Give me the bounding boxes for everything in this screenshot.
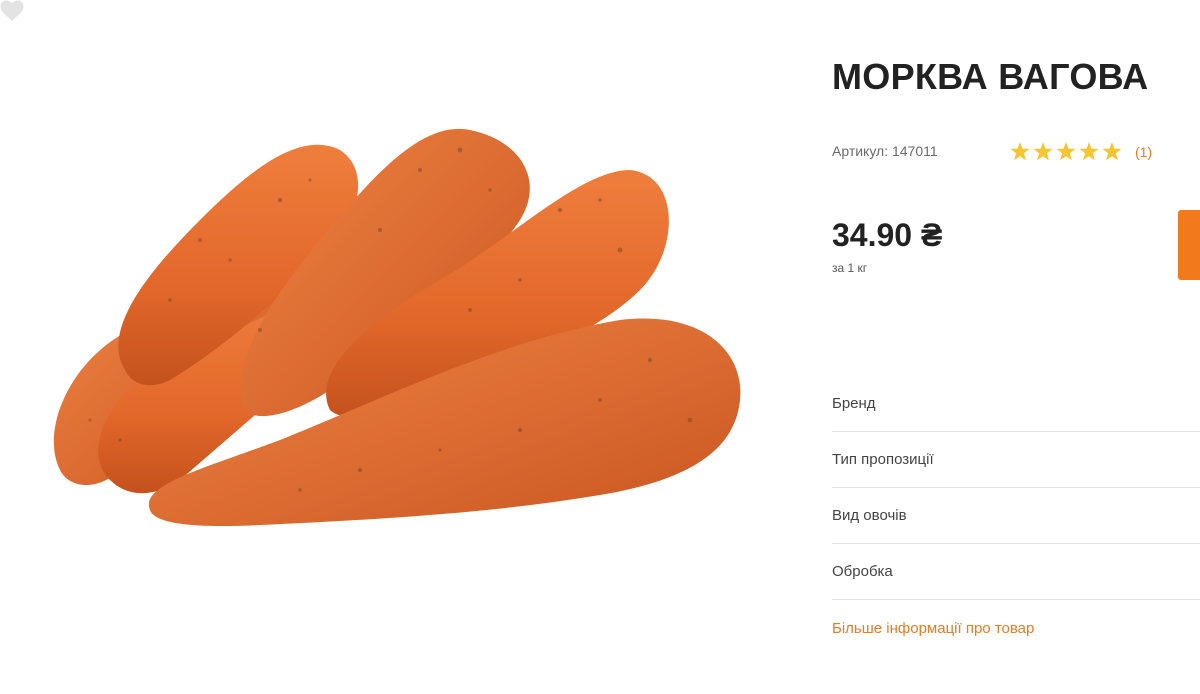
attribute-row-brand[interactable]: Бренд	[832, 376, 1200, 432]
more-info-link[interactable]: Більше інформації про товар	[832, 620, 1034, 637]
add-to-cart-button[interactable]	[1178, 210, 1200, 280]
star-icon	[1102, 142, 1122, 161]
attribute-label: Обробка	[832, 563, 893, 580]
attributes-list: Бренд Тип пропозиції Вид овочів Обробка	[832, 376, 1200, 600]
rating[interactable]: (1)	[1010, 142, 1152, 161]
price-unit: за 1 кг	[832, 261, 868, 275]
product-page: МОРКВА ВАГОВА Артикул: 147011 (1) 34.90 …	[0, 0, 1200, 694]
sku-rating-row: Артикул: 147011 (1)	[832, 142, 1200, 162]
sku-label: Артикул: 147011	[832, 143, 938, 159]
product-price: 34.90 ₴	[832, 217, 943, 253]
attribute-row-offer-type[interactable]: Тип пропозиції	[832, 432, 1200, 488]
reviews-count-link[interactable]: (1)	[1135, 144, 1152, 160]
attribute-label: Бренд	[832, 395, 876, 412]
product-info: МОРКВА ВАГОВА Артикул: 147011 (1) 34.90 …	[832, 0, 1200, 694]
attribute-label: Вид овочів	[832, 507, 907, 524]
heart-icon[interactable]	[0, 0, 24, 22]
attribute-label: Тип пропозиції	[832, 451, 934, 468]
attribute-row-vegetable-type[interactable]: Вид овочів	[832, 488, 1200, 544]
carrots-photo	[53, 128, 741, 527]
star-icon	[1033, 142, 1053, 161]
star-icon	[1079, 142, 1099, 161]
attribute-row-processing[interactable]: Обробка	[832, 544, 1200, 600]
product-image[interactable]	[0, 0, 780, 694]
star-icon	[1010, 142, 1030, 161]
star-icon	[1056, 142, 1076, 161]
product-title: МОРКВА ВАГОВА	[832, 56, 1149, 97]
